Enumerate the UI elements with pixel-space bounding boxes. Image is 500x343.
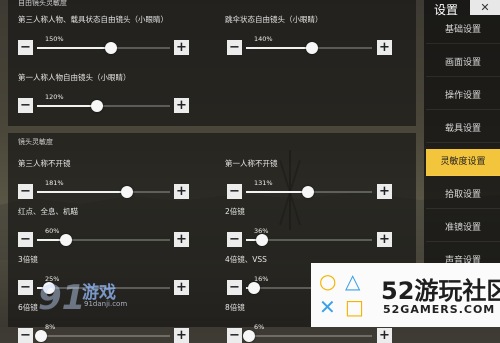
sidebar-item[interactable]: 灵敏度设置 [426, 149, 500, 176]
slider-value: 131% [254, 179, 273, 187]
slider-value: 181% [45, 179, 64, 187]
slider-handle[interactable] [34, 330, 47, 342]
slider-fill [246, 47, 312, 49]
triangle-icon: △ [345, 269, 361, 293]
slider-track[interactable] [37, 186, 170, 198]
slider-value: 120% [45, 93, 64, 101]
increase-button[interactable]: + [174, 328, 189, 343]
increase-button[interactable]: + [174, 232, 189, 247]
increase-button[interactable]: + [174, 98, 189, 113]
sidebar-item[interactable]: 载具设置 [426, 116, 500, 143]
slider-fill [37, 105, 97, 107]
slider-label: 第一人称人物自由镜头（小眼睛） [18, 73, 131, 82]
decrease-button[interactable]: − [18, 40, 33, 55]
slider-label: 2倍镜 [225, 207, 245, 216]
decrease-button[interactable]: − [227, 184, 242, 199]
section-title-free-camera: 自由镜头灵敏度 [18, 0, 67, 7]
slider-track[interactable] [246, 42, 372, 54]
slider-track[interactable] [246, 234, 372, 246]
slider-handle[interactable] [247, 282, 260, 294]
slider-label: 跳伞状态自由镜头（小眼睛） [225, 15, 323, 24]
decrease-button[interactable]: − [227, 40, 242, 55]
watermark-52-site: 52GAMERS.COM [383, 303, 496, 316]
slider-track[interactable] [242, 330, 372, 342]
increase-button[interactable]: + [174, 184, 189, 199]
sidebar-item[interactable]: 操作设置 [426, 83, 500, 110]
increase-button[interactable]: + [377, 184, 392, 199]
slider-track[interactable] [37, 42, 170, 54]
slider-value: 60% [45, 227, 60, 235]
decrease-button[interactable]: − [227, 280, 242, 295]
sidebar-title: 设置 [434, 3, 459, 17]
slider-value: 6% [254, 323, 265, 331]
slider-label: 第三人称不开镜 [18, 159, 71, 168]
decrease-button[interactable]: − [227, 328, 242, 343]
watermark-91-url: 91danji.com [84, 300, 128, 308]
slider-handle[interactable] [305, 42, 318, 54]
slider-label: 6倍镜 [18, 303, 38, 312]
slider-label: 第一人称不开镜 [225, 159, 278, 168]
decrease-button[interactable]: − [227, 232, 242, 247]
increase-button[interactable]: + [377, 328, 392, 343]
slider-fill [37, 47, 112, 49]
slider-track[interactable] [34, 330, 170, 342]
slider-track[interactable] [37, 100, 170, 112]
slider-label: 第三人称人物、载具状态自由镜头（小眼睛） [18, 15, 168, 24]
slider-label: 4倍镜、VSS [225, 255, 267, 264]
increase-button[interactable]: + [377, 232, 392, 247]
circle-icon: ○ [319, 269, 337, 293]
increase-button[interactable]: + [174, 40, 189, 55]
increase-button[interactable]: + [174, 280, 189, 295]
watermark-52-brand: 52游玩社区 [381, 277, 500, 305]
decrease-button[interactable]: − [18, 232, 33, 247]
watermark-52gamers: ○ △ ✕ □ 52游玩社区 52GAMERS.COM [311, 263, 500, 327]
slider-label: 红点、全息、机瞄 [18, 207, 78, 216]
sidebar-item[interactable]: 准镜设置 [426, 215, 500, 242]
sidebar-item[interactable]: 画面设置 [426, 50, 500, 77]
slider-fill [246, 191, 308, 193]
slider-handle[interactable] [301, 186, 314, 198]
slider-fill [37, 191, 128, 193]
slider-handle[interactable] [242, 330, 255, 342]
square-icon: □ [345, 295, 364, 319]
section-title-camera: 镜头灵敏度 [18, 138, 53, 146]
decrease-button[interactable]: − [18, 98, 33, 113]
increase-button[interactable]: + [377, 40, 392, 55]
cross-icon: ✕ [319, 295, 336, 319]
decrease-button[interactable]: − [18, 280, 33, 295]
slider-value: 8% [45, 323, 56, 331]
slider-track[interactable] [37, 234, 170, 246]
slider-label: 8倍镜 [225, 303, 245, 312]
watermark-91danji: 91 游戏 91danji.com [38, 278, 127, 318]
slider-value: 140% [254, 35, 273, 43]
slider-value: 150% [45, 35, 64, 43]
slider-track[interactable] [246, 186, 372, 198]
decrease-button[interactable]: − [18, 328, 33, 343]
sidebar-item[interactable]: 拾取设置 [426, 182, 500, 209]
slider-handle[interactable] [90, 100, 103, 112]
sidebar-item[interactable]: 基础设置 [426, 17, 500, 44]
slider-label: 3倍镜 [18, 255, 38, 264]
close-button[interactable]: ✕ [470, 0, 500, 15]
decrease-button[interactable]: − [18, 184, 33, 199]
watermark-91-logo: 91 [38, 278, 86, 318]
